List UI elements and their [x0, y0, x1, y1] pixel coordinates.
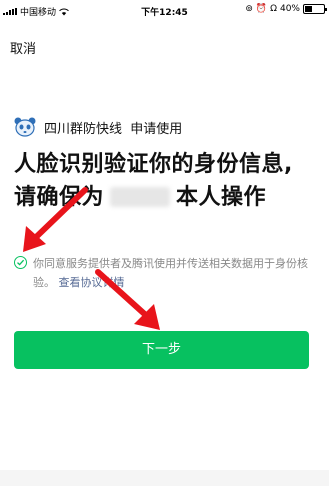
agreement: 你同意服务提供者及腾讯使用并传送相关数据用于身份核验。 查看协议详情 [14, 254, 314, 292]
next-button[interactable]: 下一步 [14, 331, 309, 369]
lock-rotation-icon: ⊚ [245, 4, 253, 14]
annotation-arrows [23, 187, 160, 330]
redacted-name [110, 187, 171, 207]
app-name-text: 四川群防快线 [44, 121, 123, 137]
page-title: 人脸识别验证你的身份信息, 请确保为 本人操作 [14, 148, 293, 214]
agreement-link[interactable]: 查看协议详情 [59, 276, 125, 289]
battery-fill [305, 6, 313, 12]
title-line-2: 请确保为 本人操作 [14, 181, 293, 214]
bottom-strip [0, 470, 329, 486]
title-line-1: 人脸识别验证你的身份信息, [14, 152, 293, 177]
status-right: ⊚ ⏰ Ω 40% [245, 4, 327, 14]
cancel-button[interactable]: 取消 [10, 38, 36, 57]
headphones-icon: Ω [270, 4, 277, 14]
agreement-text: 你同意服务提供者及腾讯使用并传送相关数据用于身份核验。 查看协议详情 [33, 254, 314, 292]
app-name: 四川群防快线 申请使用 [44, 118, 182, 137]
panda-logo-icon [14, 117, 36, 137]
checkmark-icon [17, 259, 25, 266]
app-action-text: 申请使用 [130, 121, 183, 137]
agreement-checkbox[interactable] [14, 256, 27, 269]
battery-icon [303, 4, 327, 14]
status-bar: 中国移动 下午12:45 ⊚ ⏰ Ω 40% [0, 0, 329, 20]
title-line-2-prefix: 请确保为 [14, 185, 105, 210]
alarm-icon: ⏰ [255, 4, 268, 14]
title-line-2-suffix: 本人操作 [176, 185, 267, 210]
app-info: 四川群防快线 申请使用 [14, 117, 182, 137]
battery-percent: 40% [279, 4, 300, 14]
